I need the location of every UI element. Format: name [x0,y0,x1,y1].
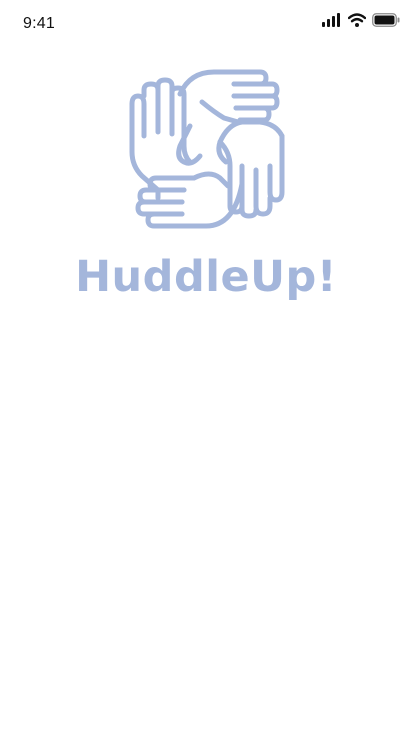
status-bar: 9:41 [0,0,412,46]
wifi-icon [348,13,366,27]
status-icons [322,13,400,27]
app-title: HuddleUp! [0,252,412,302]
hands-huddle-icon [129,69,285,229]
signal-icon [322,13,340,27]
app-title-text: HuddleUp! [75,252,337,302]
status-time: 9:41 [23,15,55,32]
battery-icon [372,13,400,27]
